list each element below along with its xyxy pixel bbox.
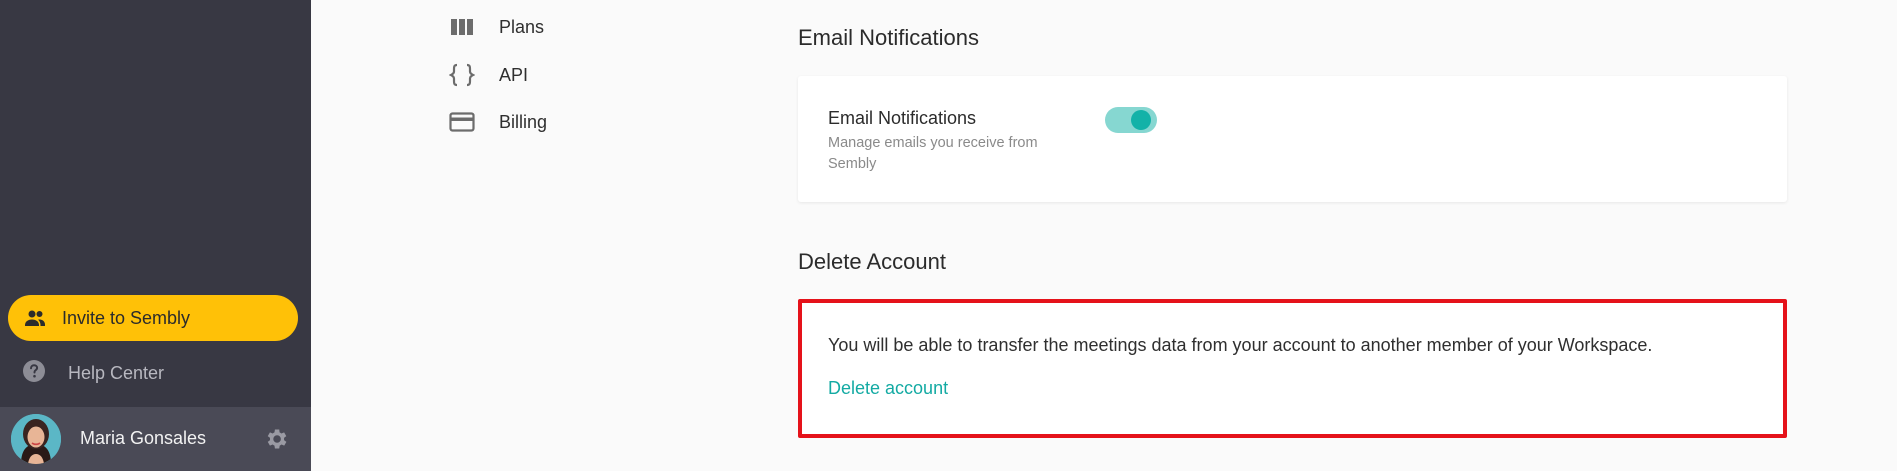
people-icon [22, 305, 48, 331]
avatar[interactable] [11, 414, 61, 464]
plans-columns-icon [448, 13, 476, 41]
help-icon [22, 359, 46, 388]
nav-item-api[interactable]: API [448, 60, 528, 90]
email-notifications-heading: Email Notifications [798, 25, 979, 50]
user-profile-bar: Maria Gonsales [0, 407, 311, 471]
app-sidebar: Invite to Sembly Help Center Maria Gonsa… [0, 0, 311, 471]
nav-item-label: API [499, 64, 529, 85]
email-notifications-description: Manage emails you receive from Sembly [828, 135, 1038, 172]
email-notifications-card: Email Notifications Manage emails you re… [798, 76, 1787, 202]
user-name: Maria Gonsales [80, 428, 207, 448]
invite-button[interactable]: Invite to Sembly [8, 295, 298, 341]
nav-item-label: Billing [499, 111, 548, 132]
delete-account-link[interactable]: Delete account [828, 378, 948, 399]
delete-account-card: You will be able to transfer the meeting… [798, 299, 1787, 438]
help-center-link[interactable]: Help Center [22, 358, 164, 388]
toggle-knob [1131, 110, 1151, 130]
nav-item-label: Plans [499, 16, 545, 37]
credit-card-icon [448, 108, 476, 136]
delete-account-heading: Delete Account [798, 249, 946, 274]
nav-item-plans[interactable]: Plans [448, 12, 544, 42]
invite-button-label: Invite to Sembly [62, 307, 191, 328]
gear-icon[interactable] [263, 426, 289, 452]
curly-braces-icon [448, 61, 476, 89]
help-center-label: Help Center [68, 362, 165, 383]
email-notifications-label: Email Notifications [828, 108, 977, 128]
email-notifications-toggle[interactable] [1105, 105, 1157, 135]
delete-account-description: You will be able to transfer the meeting… [828, 335, 1653, 355]
nav-item-billing[interactable]: Billing [448, 107, 547, 137]
